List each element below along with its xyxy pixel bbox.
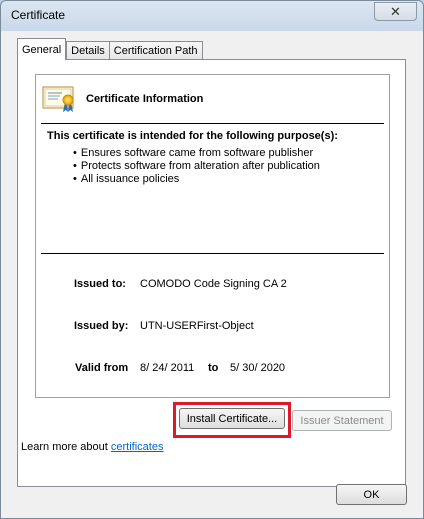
issued-by-label: Issued by: <box>74 320 129 332</box>
issuer-statement-label: Issuer Statement <box>300 414 384 427</box>
issued-to-label: Issued to: <box>74 278 126 290</box>
ok-label: OK <box>363 488 380 501</box>
install-certificate-button[interactable]: Install Certificate... <box>179 408 285 429</box>
purpose-item: Ensures software came from software publ… <box>73 147 320 160</box>
tab-general[interactable]: General <box>17 38 67 60</box>
window-title: Certificate <box>11 8 66 22</box>
tab-general-label: General <box>22 43 62 56</box>
tab-certification-path-label: Certification Path <box>113 45 198 57</box>
certificate-icon <box>42 86 74 112</box>
issued-by-value: UTN-USERFirst-Object <box>140 320 254 332</box>
certificate-info-box: Certificate Information This certificate… <box>35 74 390 398</box>
learn-more-prefix: Learn more about <box>21 441 108 453</box>
purpose-item: All issuance policies <box>73 173 320 186</box>
dialog-body: General Details Certification Path Certi… <box>8 31 416 513</box>
install-certificate-label: Install Certificate... <box>186 412 278 425</box>
purpose-heading: This certificate is intended for the fol… <box>47 130 338 142</box>
tab-details[interactable]: Details <box>66 41 109 60</box>
learn-more-text: Learn more about certificates <box>21 441 163 453</box>
valid-to-value: 5/ 30/ 2020 <box>230 362 286 374</box>
valid-from-value: 8/ 24/ 2011 <box>140 362 195 374</box>
issuer-statement-button: Issuer Statement <box>292 410 392 431</box>
divider-top <box>41 123 384 124</box>
tab-certification-path[interactable]: Certification Path <box>108 41 203 60</box>
tab-details-label: Details <box>71 45 105 57</box>
valid-from-label: Valid from <box>75 362 129 374</box>
certificate-info-title: Certificate Information <box>86 93 204 105</box>
divider-bottom <box>41 253 384 254</box>
tab-strip: General Details Certification Path <box>17 38 203 60</box>
close-button[interactable]: ✕ <box>374 2 417 21</box>
purpose-list: Ensures software came from software publ… <box>73 147 320 186</box>
close-icon: ✕ <box>390 3 401 19</box>
certificates-link[interactable]: certificates <box>111 441 164 453</box>
valid-to-label: to <box>208 362 219 374</box>
ok-button[interactable]: OK <box>336 484 407 505</box>
title-bar[interactable]: Certificate ✕ <box>1 1 423 31</box>
purpose-item: Protects software from alteration after … <box>73 160 320 173</box>
issued-to-value: COMODO Code Signing CA 2 <box>140 278 287 290</box>
certificate-dialog: Certificate ✕ General Details Certificat… <box>0 0 424 519</box>
